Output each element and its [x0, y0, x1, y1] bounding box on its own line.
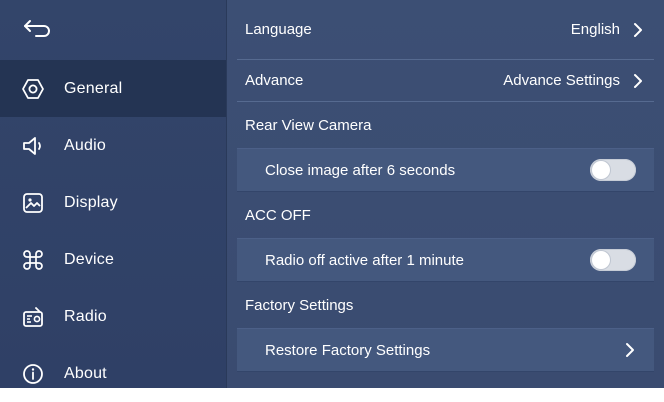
language-value: English — [570, 21, 620, 38]
image-icon — [20, 190, 46, 216]
rear-camera-section-title: Rear View Camera — [245, 116, 372, 134]
factory-section-title: Factory Settings — [245, 296, 354, 314]
language-value-group: English — [571, 21, 644, 39]
restore-factory-button[interactable]: Restore Factory Settings — [237, 328, 654, 372]
sidebar-item-device[interactable]: Device — [0, 231, 226, 288]
sidebar: General Audio Display Device Radio About — [0, 0, 226, 388]
toggle-knob — [592, 161, 610, 179]
restore-factory-label: Restore Factory Settings — [265, 341, 431, 359]
radio-off-label: Radio off active after 1 minute — [265, 251, 464, 269]
chevron-right-icon — [624, 341, 636, 359]
toggle-knob — [592, 251, 610, 269]
close-image-toggle[interactable] — [590, 159, 636, 181]
sidebar-item-label: Radio — [64, 307, 107, 325]
back-button[interactable] — [0, 0, 226, 60]
sidebar-item-label: General — [64, 79, 123, 97]
settings-screen: General Audio Display Device Radio About… — [0, 0, 664, 388]
advance-value: Advance Settings — [503, 72, 620, 89]
radio-off-toggle[interactable] — [590, 249, 636, 271]
speaker-icon — [20, 133, 46, 159]
close-image-option: Close image after 6 seconds — [237, 148, 654, 192]
advance-value-group: Advance Settings — [503, 72, 644, 90]
chevron-right-icon — [632, 21, 644, 39]
info-icon — [20, 361, 46, 387]
language-label: Language — [245, 21, 312, 38]
acc-off-section-title: ACC OFF — [245, 206, 311, 224]
advance-row[interactable]: Advance Advance Settings — [237, 60, 654, 102]
sidebar-item-label: About — [64, 364, 107, 382]
chevron-right-icon — [632, 72, 644, 90]
radio-off-option: Radio off active after 1 minute — [237, 238, 654, 282]
sidebar-item-general[interactable]: General — [0, 60, 226, 117]
settings-panel: Language English Advance Advance Setting… — [226, 0, 664, 388]
language-row[interactable]: Language English — [237, 0, 654, 60]
sidebar-item-audio[interactable]: Audio — [0, 117, 226, 174]
back-arrow-icon[interactable] — [22, 17, 52, 44]
advance-label: Advance — [245, 72, 304, 89]
general-icon — [20, 76, 46, 102]
sidebar-item-label: Device — [64, 250, 115, 268]
sidebar-item-radio[interactable]: Radio — [0, 288, 226, 345]
radio-icon — [20, 304, 46, 330]
sidebar-item-about[interactable]: About — [0, 345, 226, 402]
sidebar-item-display[interactable]: Display — [0, 174, 226, 231]
sidebar-item-label: Display — [64, 193, 118, 211]
close-image-label: Close image after 6 seconds — [265, 161, 456, 179]
sidebar-item-label: Audio — [64, 136, 106, 154]
command-icon — [20, 247, 46, 273]
